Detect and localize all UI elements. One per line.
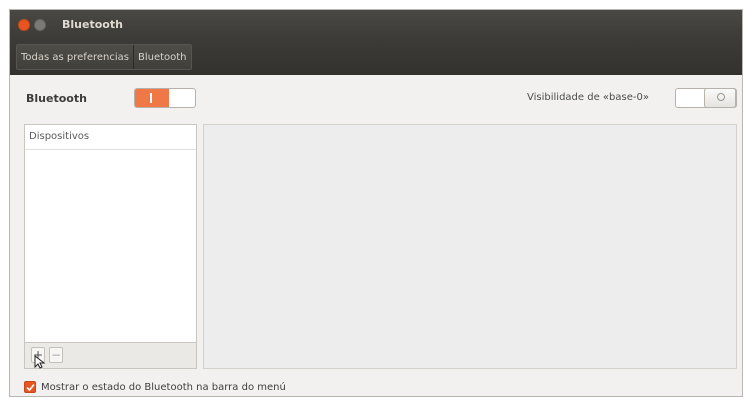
devices-list[interactable]: Dispositivos: [24, 124, 197, 343]
visibility-toggle[interactable]: [675, 88, 737, 108]
settings-window: Bluetooth Todas as preferencias Bluetoot…: [9, 9, 743, 397]
show-status-checkbox[interactable]: [24, 381, 36, 393]
checkmark-icon: [25, 383, 35, 391]
toggle-knob: [704, 88, 736, 108]
device-details-panel: [203, 124, 737, 369]
devices-header: Dispositivos: [25, 125, 196, 150]
devices-toolbar: + −: [24, 343, 197, 369]
mouse-pointer-icon: [34, 355, 46, 369]
window-title: Bluetooth: [62, 18, 123, 31]
breadcrumb-bluetooth[interactable]: Bluetooth: [132, 45, 191, 69]
bluetooth-toggle[interactable]: [134, 88, 196, 108]
close-window-button[interactable]: [18, 18, 30, 31]
breadcrumb: Todas as preferencias Bluetooth: [16, 44, 192, 70]
bluetooth-label: Bluetooth: [26, 92, 87, 105]
bluetooth-panel: Bluetooth Visibilidade de «base-0» Dispo…: [10, 75, 742, 396]
titlebar: Bluetooth: [10, 10, 742, 39]
show-status-row[interactable]: Mostrar o estado do Bluetooth na barra d…: [24, 381, 286, 393]
breadcrumb-all-settings[interactable]: Todas as preferencias: [17, 45, 133, 69]
toggle-fill: [135, 89, 169, 107]
visibility-label: Visibilidade de «base-0»: [527, 92, 649, 103]
toggle-on-icon: [150, 93, 152, 103]
toggle-off-icon: [717, 93, 725, 101]
remove-device-button[interactable]: −: [49, 347, 63, 363]
show-status-label: Mostrar o estado do Bluetooth na barra d…: [41, 381, 286, 393]
navigation-bar: Todas as preferencias Bluetooth: [10, 39, 742, 75]
minimize-window-button[interactable]: [34, 18, 46, 31]
